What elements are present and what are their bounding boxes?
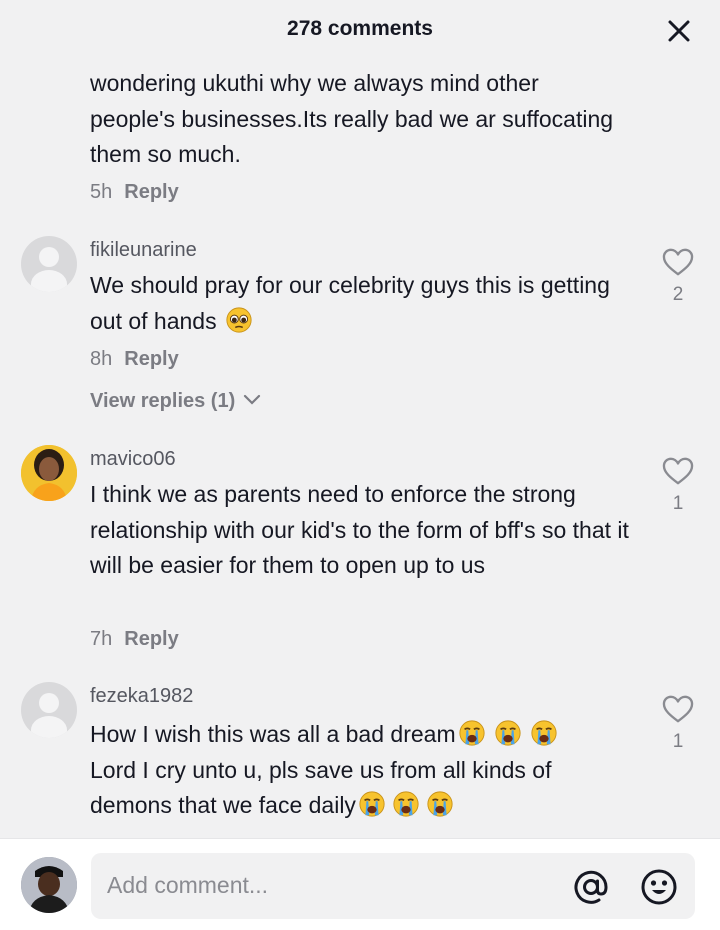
comment-text-line: Lord I cry unto u, pls save us from all … (90, 756, 552, 783)
comment-text-body: How I wish this was all a bad dream (90, 721, 456, 747)
reply-button[interactable]: Reply (124, 628, 178, 650)
emoji-icon[interactable] (639, 867, 679, 907)
comment-time: 7h (90, 628, 113, 650)
close-icon[interactable] (666, 18, 692, 44)
comments-header: 278 comments (0, 0, 720, 60)
heart-icon (661, 247, 695, 277)
comment-text: We should pray for our celebrity guys th… (90, 268, 630, 339)
comment-text-line: How I wish this was all a bad dream (90, 717, 630, 753)
comment-text: I think we as parents need to enforce th… (90, 481, 629, 578)
avatar[interactable] (21, 236, 77, 292)
comment-username[interactable]: fikileunarine (90, 239, 197, 262)
comment-text: wondering ukuthi why we always mind othe… (90, 70, 614, 167)
heart-icon (661, 694, 695, 724)
crying-face-emoji (494, 719, 522, 747)
chevron-down-icon (243, 394, 260, 405)
current-user-avatar[interactable] (21, 857, 77, 913)
add-comment-input[interactable]: Add comment... (91, 853, 695, 919)
comment-text-line: demons that we face daily (90, 788, 630, 824)
comment-list[interactable]: wondering ukuthi why we always mind othe… (0, 60, 720, 838)
avatar[interactable] (21, 445, 77, 501)
like-button[interactable]: 2 (660, 247, 696, 306)
comment-meta: 7h Reply (90, 628, 179, 651)
comment-username[interactable]: fezeka1982 (90, 685, 193, 708)
comment-meta: 8h Reply (90, 348, 179, 371)
comment-text-body: demons that we face daily (90, 792, 356, 818)
comment-username[interactable]: mavico06 (90, 448, 176, 471)
view-replies-label: View replies (1) (90, 390, 236, 412)
add-comment-placeholder: Add comment... (107, 872, 269, 898)
crying-face-emoji (358, 790, 386, 818)
like-count: 1 (672, 493, 684, 514)
reply-button[interactable]: Reply (124, 348, 178, 370)
pleading-face-emoji (225, 306, 253, 334)
like-count: 1 (672, 731, 684, 752)
avatar[interactable] (21, 682, 77, 738)
crying-face-emoji (458, 719, 486, 747)
crying-face-emoji (530, 719, 558, 747)
like-button[interactable]: 1 (660, 456, 696, 515)
reply-button[interactable]: Reply (124, 181, 178, 203)
comment-text: How I wish this was all a bad dream Lord… (90, 717, 630, 824)
comment-text-body: We should pray for our celebrity guys th… (90, 272, 610, 334)
comment-time: 5h (90, 181, 113, 203)
current-user-avatar-photo (21, 857, 77, 913)
heart-icon (661, 456, 695, 486)
comment-time: 8h (90, 348, 113, 370)
view-replies-link[interactable]: View replies (1) (90, 390, 261, 413)
at-mention-icon[interactable] (571, 867, 611, 907)
avatar-photo (21, 445, 77, 501)
crying-face-emoji (392, 790, 420, 818)
crying-face-emoji (426, 790, 454, 818)
comment-composer: Add comment... (0, 838, 720, 930)
comments-count-title: 278 comments (287, 17, 433, 40)
like-button[interactable]: 1 (660, 694, 696, 753)
like-count: 2 (672, 284, 684, 305)
comment-meta: 5h Reply (90, 181, 179, 204)
